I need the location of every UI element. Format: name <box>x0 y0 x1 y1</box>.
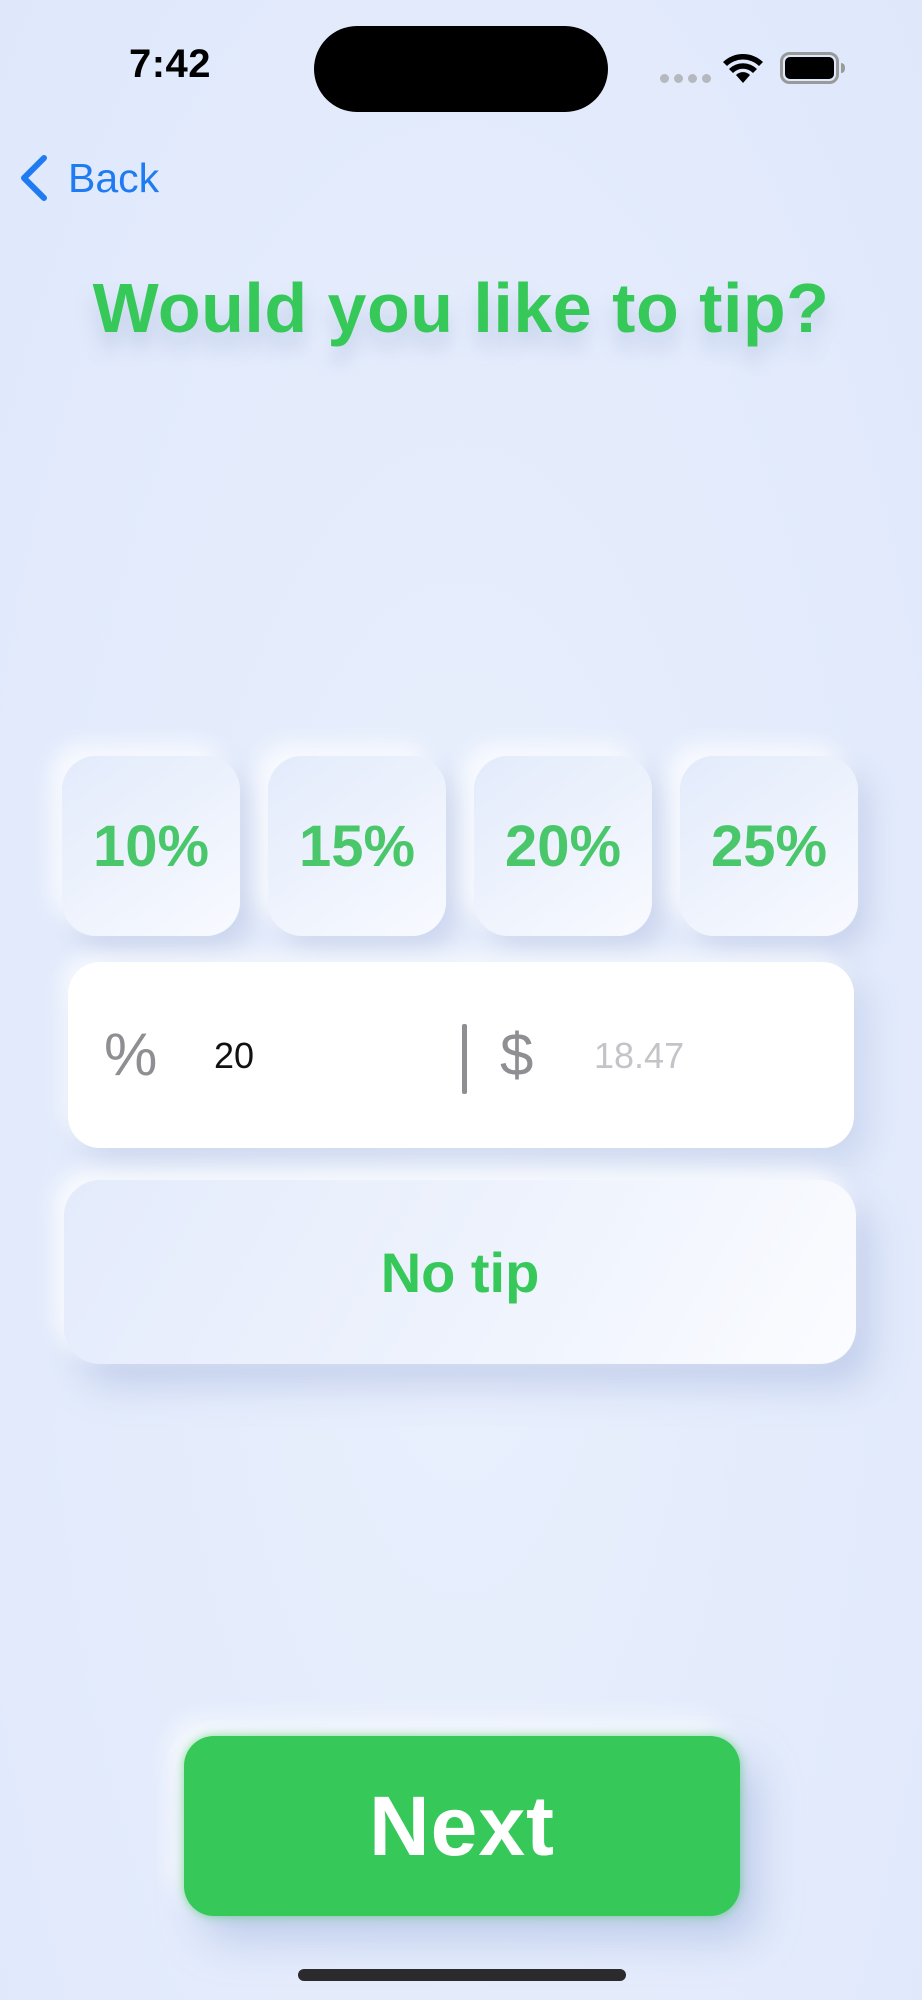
percent-symbol: % <box>104 1021 158 1088</box>
tip-preset-10-button[interactable]: 10% <box>62 756 240 936</box>
tip-preset-label: 25% <box>710 813 828 879</box>
next-label: Next <box>368 1778 556 1873</box>
status-time: 7:42 <box>128 42 212 86</box>
tip-screen: 7:42 Back Would you like to tip? 10% 15%… <box>0 0 922 2000</box>
no-tip-button[interactable]: No tip <box>64 1180 856 1364</box>
home-indicator <box>298 1969 626 1981</box>
back-label: Back <box>68 154 160 201</box>
tip-preset-20-button[interactable]: 20% <box>474 756 652 936</box>
back-button[interactable]: Back <box>18 150 159 206</box>
tip-percent-input[interactable] <box>214 1026 414 1086</box>
wifi-icon <box>723 54 763 83</box>
tip-preset-label: 10% <box>92 813 210 879</box>
input-divider <box>462 1024 467 1094</box>
tip-preset-25-button[interactable]: 25% <box>680 756 858 936</box>
dollar-symbol: $ <box>500 1021 534 1088</box>
tip-amount-input[interactable] <box>594 1026 814 1086</box>
cellular-signal-icon <box>660 74 711 83</box>
tip-preset-label: 15% <box>298 813 416 879</box>
next-button[interactable]: Next <box>184 1736 740 1916</box>
tip-preset-label: 20% <box>504 813 622 879</box>
dynamic-island <box>314 26 608 112</box>
chevron-left-icon <box>21 155 47 201</box>
no-tip-label: No tip <box>380 1240 540 1304</box>
page-title: Would you like to tip? <box>92 269 830 347</box>
custom-tip-card: % $ <box>68 962 854 1148</box>
tip-preset-15-button[interactable]: 15% <box>268 756 446 936</box>
battery-full-icon <box>780 52 845 84</box>
